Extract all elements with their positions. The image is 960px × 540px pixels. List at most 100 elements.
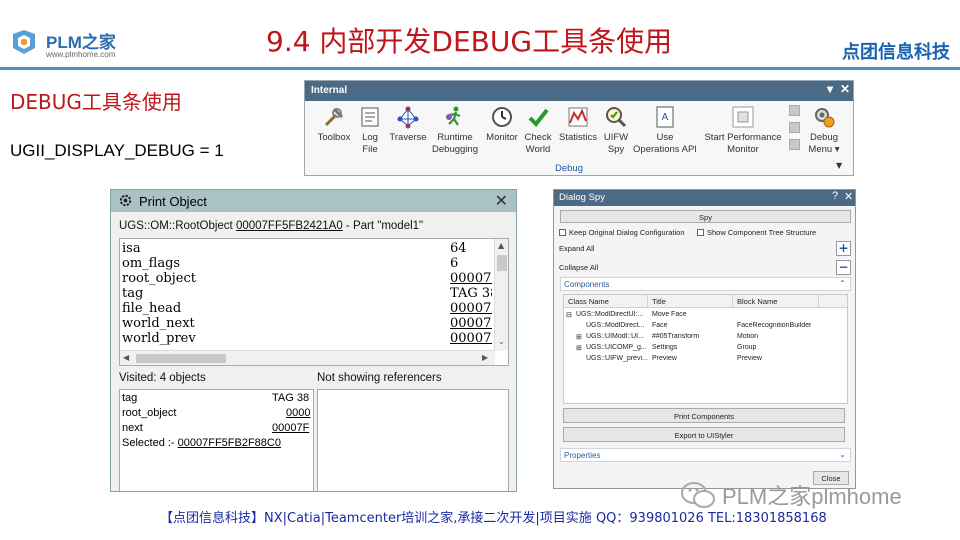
dialog-spy-titlebar[interactable]: Dialog Spy ? ✕ xyxy=(554,190,855,206)
class-name-cell: UGS::UICOMP_g... xyxy=(586,344,647,351)
class-name-cell: UGS::ModlDirectUI:... xyxy=(576,311,644,318)
horizontal-scrollbar[interactable]: ◀ ▶ xyxy=(120,350,495,365)
scroll-right-icon[interactable]: ▶ xyxy=(482,353,488,362)
tool-statistics[interactable]: Statistics xyxy=(557,105,599,144)
field-name: isa xyxy=(122,241,141,256)
tool-use-operations-api[interactable]: A Use Operations API xyxy=(632,105,698,156)
list-item[interactable]: world_next 00007F xyxy=(122,316,492,331)
field-value[interactable]: 0000 xyxy=(286,407,313,419)
spy-button[interactable]: Spy xyxy=(560,210,851,223)
list-item[interactable]: root_object 0000 xyxy=(122,407,312,419)
components-table[interactable]: Class Name Title Block Name ⊟ UGS::ModlD… xyxy=(563,294,848,404)
show-tree-checkbox[interactable]: Show Component Tree Structure xyxy=(697,228,816,237)
field-value[interactable]: 00007F xyxy=(450,331,492,346)
list-item[interactable]: isa 64 xyxy=(122,241,492,256)
expand-all-button[interactable]: + xyxy=(836,241,851,256)
chevron-down-icon[interactable]: ▾ xyxy=(827,82,833,96)
chevron-down-icon[interactable]: ▼ xyxy=(836,161,842,170)
internal-toolbar-titlebar[interactable]: Internal ▾ ✕ xyxy=(305,81,853,101)
selected-object: Selected :- 00007FF5FB2F88C0 xyxy=(122,437,312,449)
tool-label-2: File xyxy=(362,144,378,155)
scroll-up-icon[interactable]: ▲ xyxy=(498,241,504,250)
vertical-scrollbar[interactable]: ▲ ⌄ xyxy=(494,239,508,351)
print-components-button[interactable]: Print Components xyxy=(563,408,845,423)
tool-traverse[interactable]: Traverse xyxy=(387,105,429,144)
debug-menu-icon xyxy=(815,108,835,128)
column-header[interactable]: Class Name xyxy=(564,295,648,308)
help-icon[interactable]: ? xyxy=(832,190,838,202)
object-field-list[interactable]: isa 64 om_flags 6 root_object 00007F tag TAG… xyxy=(119,238,509,366)
tool-runtime-debugging[interactable]: Runtime Debugging xyxy=(429,105,481,156)
referencers-list[interactable] xyxy=(317,389,509,491)
list-item[interactable]: world_prev 00007F xyxy=(122,331,492,346)
section-title: DEBUG工具条使用 xyxy=(10,90,182,114)
wechat-icon xyxy=(681,482,715,508)
collapse-all-button[interactable]: − xyxy=(836,260,851,275)
small-tool-icon[interactable] xyxy=(789,139,800,150)
field-value[interactable]: 00007F xyxy=(450,301,492,316)
tool-label-2: Menu ▾ xyxy=(808,144,840,155)
print-object-titlebar[interactable]: Print Object ✕ xyxy=(111,190,516,212)
list-item[interactable]: tag TAG 38 xyxy=(122,392,312,404)
column-header[interactable]: Title xyxy=(648,295,733,308)
tool-debug-menu[interactable]: Debug Menu ▾ xyxy=(805,105,843,156)
tool-label-2: World xyxy=(525,144,551,155)
list-item[interactable]: root_object 00007F xyxy=(122,271,492,286)
tree-toggle-icon[interactable]: ⊟ xyxy=(566,311,574,319)
export-uistyler-button[interactable]: Export to UIStyler xyxy=(563,427,845,442)
not-showing-label: Not showing referencers xyxy=(317,372,442,384)
tool-label: Toolbox xyxy=(317,132,351,143)
chevron-down-icon[interactable]: ⌄ xyxy=(839,450,846,459)
tree-toggle-icon[interactable]: ⊞ xyxy=(576,344,584,352)
field-value[interactable]: 00007F xyxy=(450,316,492,331)
object-class: UGS::OM::RootObject xyxy=(119,220,236,232)
field-value[interactable]: 00007F xyxy=(450,271,492,286)
toolbox-icon xyxy=(324,107,344,127)
scroll-left-icon[interactable]: ◀ xyxy=(123,353,129,362)
small-tool-icon[interactable] xyxy=(789,122,800,133)
column-header[interactable]: Block Name xyxy=(733,295,819,308)
block-name-cell: Motion xyxy=(737,333,759,340)
tool-check-world[interactable]: Check World xyxy=(522,105,554,156)
checkbox-label: Show Component Tree Structure xyxy=(707,228,817,237)
selected-address[interactable]: 00007FF5FB2F88C0 xyxy=(178,437,281,449)
tool-uifw-spy[interactable]: UIFW Spy xyxy=(601,105,631,156)
list-item[interactable]: om_flags 6 xyxy=(122,256,492,271)
tool-label: Start Performance xyxy=(704,132,782,143)
checkbox-icon[interactable] xyxy=(559,229,566,236)
close-icon[interactable]: ✕ xyxy=(495,191,508,211)
field-name: om_flags xyxy=(122,256,181,271)
header-divider xyxy=(0,67,960,70)
tool-label-2: Debugging xyxy=(432,144,478,155)
expand-all-label: Expand All xyxy=(559,244,595,253)
tool-toolbox[interactable]: Toolbox xyxy=(314,105,354,144)
side-icon-stack xyxy=(789,105,803,156)
scroll-thumb[interactable] xyxy=(136,354,226,363)
close-icon[interactable]: ✕ xyxy=(844,190,853,203)
chevron-up-icon[interactable]: ⌃ xyxy=(839,279,846,288)
visited-list[interactable]: tag TAG 38 root_object 0000 next 00007F Sel… xyxy=(119,389,314,491)
scroll-thumb[interactable] xyxy=(497,255,507,271)
tool-start-performance-monitor[interactable]: Start Performance Monitor xyxy=(701,105,785,156)
scroll-down-icon[interactable]: ⌄ xyxy=(498,337,505,346)
tree-toggle-icon[interactable]: ⊞ xyxy=(576,333,584,341)
plm-logo: PLM之家 www.plmhome.com xyxy=(10,24,145,64)
field-value: TAG 38 xyxy=(450,286,492,301)
close-icon[interactable]: ✕ xyxy=(840,82,850,96)
properties-section-header[interactable]: Properties ⌄ xyxy=(560,448,851,462)
list-item[interactable]: file_head 00007F xyxy=(122,301,492,316)
tool-log-file[interactable]: Log File xyxy=(355,105,385,156)
object-address[interactable]: 00007FF5FB2421A0 xyxy=(236,220,343,232)
dialog-spy-window: Dialog Spy ? ✕ Spy Keep Original Dialog … xyxy=(553,189,856,489)
uifw-spy-icon xyxy=(606,107,627,128)
tool-label: Statistics xyxy=(558,132,597,143)
small-tool-icon[interactable] xyxy=(789,105,800,116)
keep-config-checkbox[interactable]: Keep Original Dialog Configuration xyxy=(559,228,685,237)
list-item[interactable]: tag TAG 38 xyxy=(122,286,492,301)
components-section-header[interactable]: Components ⌃ xyxy=(560,277,851,291)
class-name-cell: UGS::UIFW_previ... xyxy=(586,355,648,362)
checkbox-icon[interactable] xyxy=(697,229,704,236)
list-item[interactable]: next 00007F xyxy=(122,422,312,434)
tool-monitor[interactable]: Monitor xyxy=(483,105,521,144)
field-value[interactable]: 00007F xyxy=(272,422,312,434)
